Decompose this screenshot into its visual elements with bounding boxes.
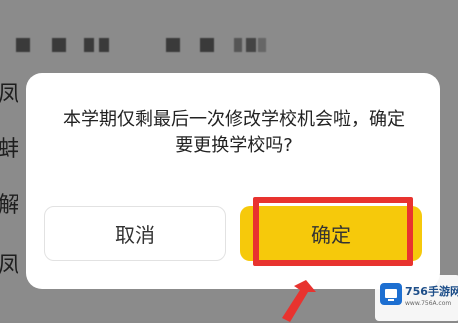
highlight-box	[253, 197, 413, 266]
pointer-arrow-icon	[282, 280, 316, 322]
blurred-block	[52, 38, 66, 52]
background-list-label: 凤	[0, 82, 18, 107]
blurred-block	[84, 38, 94, 52]
dialog-message-line: 本学期仅剩最后一次修改学校机会啦，确定	[63, 109, 405, 130]
dialog-message-line: 要更换学校吗?	[175, 135, 293, 156]
blurred-block	[166, 38, 180, 52]
cancel-button[interactable]: 取消	[44, 206, 226, 261]
blurred-block	[16, 38, 30, 52]
background-list-label: 凤	[0, 253, 18, 278]
blurred-block	[99, 38, 109, 52]
watermark: 756手游网 www.756A.com	[375, 275, 458, 321]
background-list-label: 解	[0, 193, 18, 218]
background-list-label: 蚌	[0, 137, 18, 162]
watermark-title: 756手游网	[405, 285, 458, 298]
dialog-message: 本学期仅剩最后一次修改学校机会啦，确定 要更换学校吗?	[44, 107, 424, 159]
blurred-block	[234, 38, 242, 52]
watermark-logo-icon	[380, 283, 402, 305]
blurred-block	[246, 38, 256, 52]
blurred-block	[200, 38, 214, 52]
blurred-block	[258, 38, 266, 52]
cancel-button-label: 取消	[115, 223, 155, 247]
watermark-url: www.756A.com	[405, 300, 452, 307]
